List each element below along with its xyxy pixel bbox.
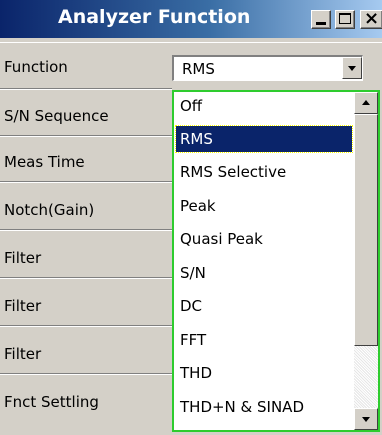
minimize-icon [316,22,326,25]
dropdown-option-off[interactable]: Off [176,93,352,119]
function-label: Function [4,58,68,76]
row-divider [0,181,172,182]
row-divider [0,373,172,374]
scroll-down-button[interactable] [354,408,378,430]
close-button[interactable]: × [360,10,382,29]
scrollbar-thumb[interactable] [354,114,378,346]
filter-label-1: Filter [4,249,42,267]
dropdown-option-dc[interactable]: DC [176,293,352,319]
row-divider [0,277,172,278]
dropdown-options: Off RMS RMS Selective Peak Quasi Peak S/… [174,92,354,430]
dropdown-option-rms-selective[interactable]: RMS Selective [176,159,352,185]
maximize-icon [339,13,351,24]
meas-time-label: Meas Time [4,153,85,171]
filter-label-2: Filter [4,297,42,315]
dropdown-option-quasi-peak[interactable]: Quasi Peak [176,226,352,252]
notch-gain-label: Notch(Gain) [4,201,95,219]
chevron-up-icon [362,100,370,105]
analyzer-function-window: Analyzer Function × Function S/N Sequenc… [0,0,382,435]
dropdown-option-fft[interactable]: FFT [176,327,352,353]
dropdown-option-rms[interactable]: RMS [175,125,353,153]
function-dropdown-button[interactable] [342,57,362,79]
dropdown-option-peak[interactable]: Peak [176,193,352,219]
dropdown-option-sn[interactable]: S/N [176,260,352,286]
function-select[interactable]: RMS [172,55,363,81]
row-divider [0,88,172,89]
window-title: Analyzer Function [58,6,251,28]
title-bar[interactable]: Analyzer Function × [0,0,382,38]
function-select-value: RMS [182,60,215,78]
sn-sequence-label: S/N Sequence [4,107,109,125]
minimize-button[interactable] [311,10,331,29]
scroll-up-button[interactable] [354,92,378,114]
fnct-settling-label: Fnct Settling [4,393,99,411]
dropdown-scrollbar[interactable] [354,92,378,430]
row-divider [0,325,172,326]
chevron-down-icon [348,66,356,71]
row-divider [0,229,172,230]
close-icon: × [364,8,380,29]
dropdown-option-thd[interactable]: THD [176,360,352,386]
function-dropdown-list: Off RMS RMS Selective Peak Quasi Peak S/… [172,90,380,432]
maximize-button[interactable] [335,10,355,29]
filter-label-3: Filter [4,345,42,363]
chevron-down-icon [362,417,370,422]
row-divider [0,135,172,136]
dropdown-option-thd-n-sinad[interactable]: THD+N & SINAD [176,394,352,420]
